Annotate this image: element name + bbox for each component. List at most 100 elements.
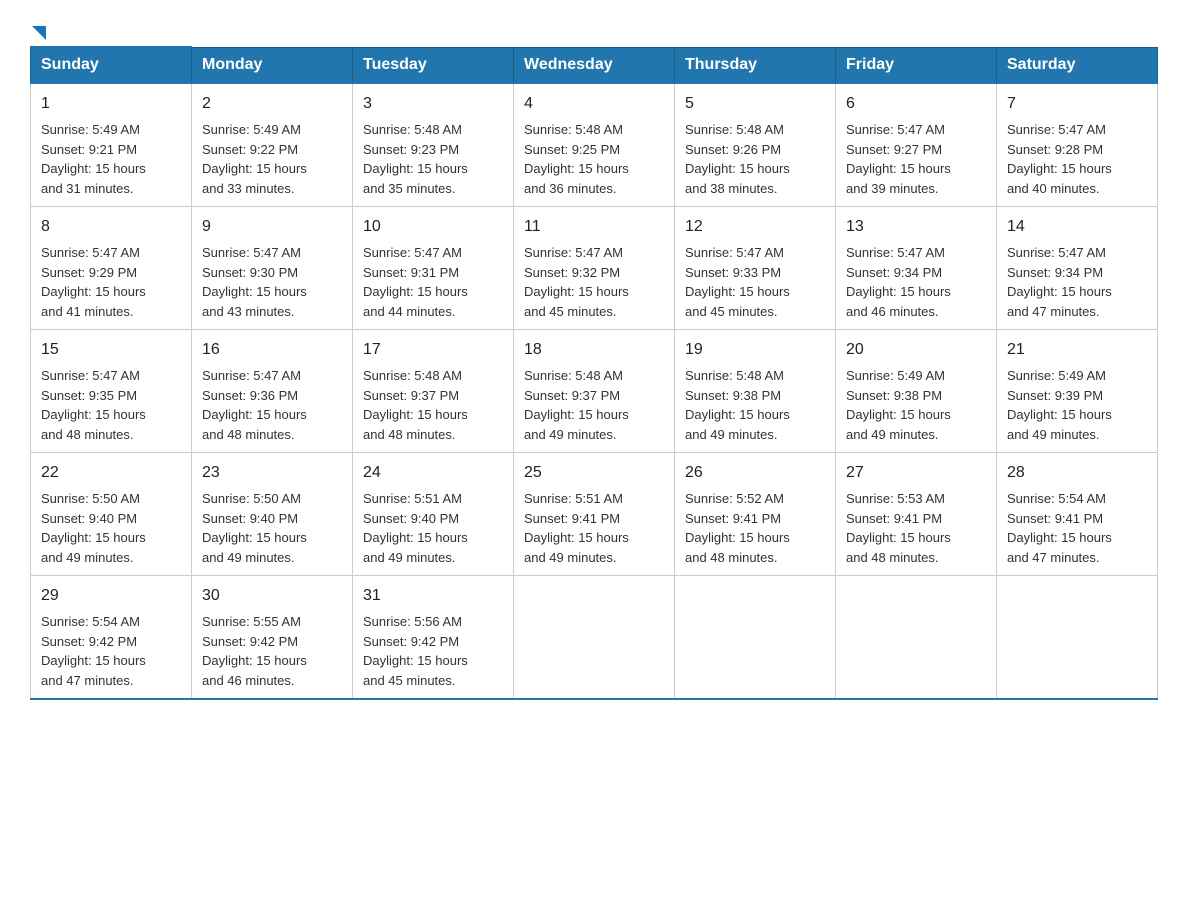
sunrise-label: Sunrise: 5:47 AM — [202, 245, 301, 260]
calendar-cell: 31 Sunrise: 5:56 AM Sunset: 9:42 PM Dayl… — [353, 576, 514, 700]
daylight-minutes: and 48 minutes. — [41, 427, 134, 442]
calendar-cell: 14 Sunrise: 5:47 AM Sunset: 9:34 PM Dayl… — [997, 207, 1158, 330]
daylight-minutes: and 33 minutes. — [202, 181, 295, 196]
calendar-cell: 9 Sunrise: 5:47 AM Sunset: 9:30 PM Dayli… — [192, 207, 353, 330]
daylight-label: Daylight: 15 hours — [363, 653, 468, 668]
day-number: 10 — [363, 215, 503, 239]
calendar-cell: 1 Sunrise: 5:49 AM Sunset: 9:21 PM Dayli… — [31, 83, 192, 207]
sunrise-label: Sunrise: 5:54 AM — [41, 614, 140, 629]
calendar-cell — [675, 576, 836, 700]
page-header — [30, 20, 1158, 36]
daylight-minutes: and 45 minutes. — [524, 304, 617, 319]
sunrise-label: Sunrise: 5:47 AM — [363, 245, 462, 260]
sunset-label: Sunset: 9:41 PM — [685, 511, 781, 526]
daylight-label: Daylight: 15 hours — [685, 530, 790, 545]
sunset-label: Sunset: 9:37 PM — [363, 388, 459, 403]
sunset-label: Sunset: 9:38 PM — [685, 388, 781, 403]
weekday-header-friday: Friday — [836, 47, 997, 83]
sunrise-label: Sunrise: 5:47 AM — [846, 245, 945, 260]
daylight-minutes: and 31 minutes. — [41, 181, 134, 196]
daylight-label: Daylight: 15 hours — [202, 161, 307, 176]
sunrise-label: Sunrise: 5:49 AM — [1007, 368, 1106, 383]
sunset-label: Sunset: 9:28 PM — [1007, 142, 1103, 157]
sunrise-label: Sunrise: 5:47 AM — [846, 122, 945, 137]
calendar-cell: 29 Sunrise: 5:54 AM Sunset: 9:42 PM Dayl… — [31, 576, 192, 700]
sunset-label: Sunset: 9:42 PM — [363, 634, 459, 649]
calendar-cell: 2 Sunrise: 5:49 AM Sunset: 9:22 PM Dayli… — [192, 83, 353, 207]
daylight-minutes: and 49 minutes. — [846, 427, 939, 442]
sunset-label: Sunset: 9:41 PM — [1007, 511, 1103, 526]
calendar-cell: 10 Sunrise: 5:47 AM Sunset: 9:31 PM Dayl… — [353, 207, 514, 330]
calendar-week-row: 15 Sunrise: 5:47 AM Sunset: 9:35 PM Dayl… — [31, 330, 1158, 453]
sunrise-label: Sunrise: 5:51 AM — [363, 491, 462, 506]
calendar-cell: 5 Sunrise: 5:48 AM Sunset: 9:26 PM Dayli… — [675, 83, 836, 207]
calendar-week-row: 29 Sunrise: 5:54 AM Sunset: 9:42 PM Dayl… — [31, 576, 1158, 700]
day-number: 27 — [846, 461, 986, 485]
daylight-minutes: and 39 minutes. — [846, 181, 939, 196]
sunset-label: Sunset: 9:42 PM — [202, 634, 298, 649]
daylight-minutes: and 48 minutes. — [202, 427, 295, 442]
daylight-label: Daylight: 15 hours — [846, 407, 951, 422]
day-number: 23 — [202, 461, 342, 485]
sunset-label: Sunset: 9:38 PM — [846, 388, 942, 403]
daylight-label: Daylight: 15 hours — [363, 284, 468, 299]
calendar-cell: 26 Sunrise: 5:52 AM Sunset: 9:41 PM Dayl… — [675, 453, 836, 576]
daylight-minutes: and 38 minutes. — [685, 181, 778, 196]
daylight-minutes: and 49 minutes. — [524, 427, 617, 442]
sunset-label: Sunset: 9:31 PM — [363, 265, 459, 280]
sunset-label: Sunset: 9:21 PM — [41, 142, 137, 157]
calendar-cell: 12 Sunrise: 5:47 AM Sunset: 9:33 PM Dayl… — [675, 207, 836, 330]
daylight-label: Daylight: 15 hours — [363, 161, 468, 176]
day-number: 3 — [363, 92, 503, 116]
sunrise-label: Sunrise: 5:48 AM — [685, 368, 784, 383]
daylight-label: Daylight: 15 hours — [202, 284, 307, 299]
sunset-label: Sunset: 9:29 PM — [41, 265, 137, 280]
day-number: 2 — [202, 92, 342, 116]
day-number: 5 — [685, 92, 825, 116]
daylight-minutes: and 36 minutes. — [524, 181, 617, 196]
calendar-week-row: 1 Sunrise: 5:49 AM Sunset: 9:21 PM Dayli… — [31, 83, 1158, 207]
sunset-label: Sunset: 9:34 PM — [1007, 265, 1103, 280]
logo-arrow-icon — [32, 26, 46, 40]
daylight-minutes: and 43 minutes. — [202, 304, 295, 319]
sunset-label: Sunset: 9:40 PM — [363, 511, 459, 526]
sunset-label: Sunset: 9:40 PM — [41, 511, 137, 526]
sunset-label: Sunset: 9:40 PM — [202, 511, 298, 526]
calendar-cell: 13 Sunrise: 5:47 AM Sunset: 9:34 PM Dayl… — [836, 207, 997, 330]
sunrise-label: Sunrise: 5:51 AM — [524, 491, 623, 506]
sunset-label: Sunset: 9:33 PM — [685, 265, 781, 280]
sunrise-label: Sunrise: 5:48 AM — [524, 368, 623, 383]
sunrise-label: Sunrise: 5:47 AM — [202, 368, 301, 383]
sunrise-label: Sunrise: 5:49 AM — [41, 122, 140, 137]
daylight-minutes: and 49 minutes. — [524, 550, 617, 565]
day-number: 6 — [846, 92, 986, 116]
day-number: 24 — [363, 461, 503, 485]
daylight-minutes: and 46 minutes. — [202, 673, 295, 688]
daylight-label: Daylight: 15 hours — [524, 161, 629, 176]
day-number: 7 — [1007, 92, 1147, 116]
daylight-label: Daylight: 15 hours — [41, 284, 146, 299]
day-number: 14 — [1007, 215, 1147, 239]
daylight-minutes: and 47 minutes. — [1007, 550, 1100, 565]
daylight-label: Daylight: 15 hours — [846, 530, 951, 545]
daylight-minutes: and 49 minutes. — [1007, 427, 1100, 442]
day-number: 9 — [202, 215, 342, 239]
daylight-minutes: and 49 minutes. — [363, 550, 456, 565]
sunrise-label: Sunrise: 5:47 AM — [1007, 245, 1106, 260]
sunrise-label: Sunrise: 5:50 AM — [41, 491, 140, 506]
daylight-label: Daylight: 15 hours — [363, 407, 468, 422]
day-number: 22 — [41, 461, 181, 485]
calendar-cell: 23 Sunrise: 5:50 AM Sunset: 9:40 PM Dayl… — [192, 453, 353, 576]
sunset-label: Sunset: 9:41 PM — [524, 511, 620, 526]
day-number: 15 — [41, 338, 181, 362]
day-number: 29 — [41, 584, 181, 608]
daylight-minutes: and 48 minutes. — [846, 550, 939, 565]
daylight-label: Daylight: 15 hours — [41, 653, 146, 668]
sunset-label: Sunset: 9:35 PM — [41, 388, 137, 403]
calendar-cell: 30 Sunrise: 5:55 AM Sunset: 9:42 PM Dayl… — [192, 576, 353, 700]
daylight-minutes: and 49 minutes. — [41, 550, 134, 565]
daylight-label: Daylight: 15 hours — [846, 161, 951, 176]
calendar-cell: 24 Sunrise: 5:51 AM Sunset: 9:40 PM Dayl… — [353, 453, 514, 576]
sunset-label: Sunset: 9:37 PM — [524, 388, 620, 403]
sunrise-label: Sunrise: 5:52 AM — [685, 491, 784, 506]
